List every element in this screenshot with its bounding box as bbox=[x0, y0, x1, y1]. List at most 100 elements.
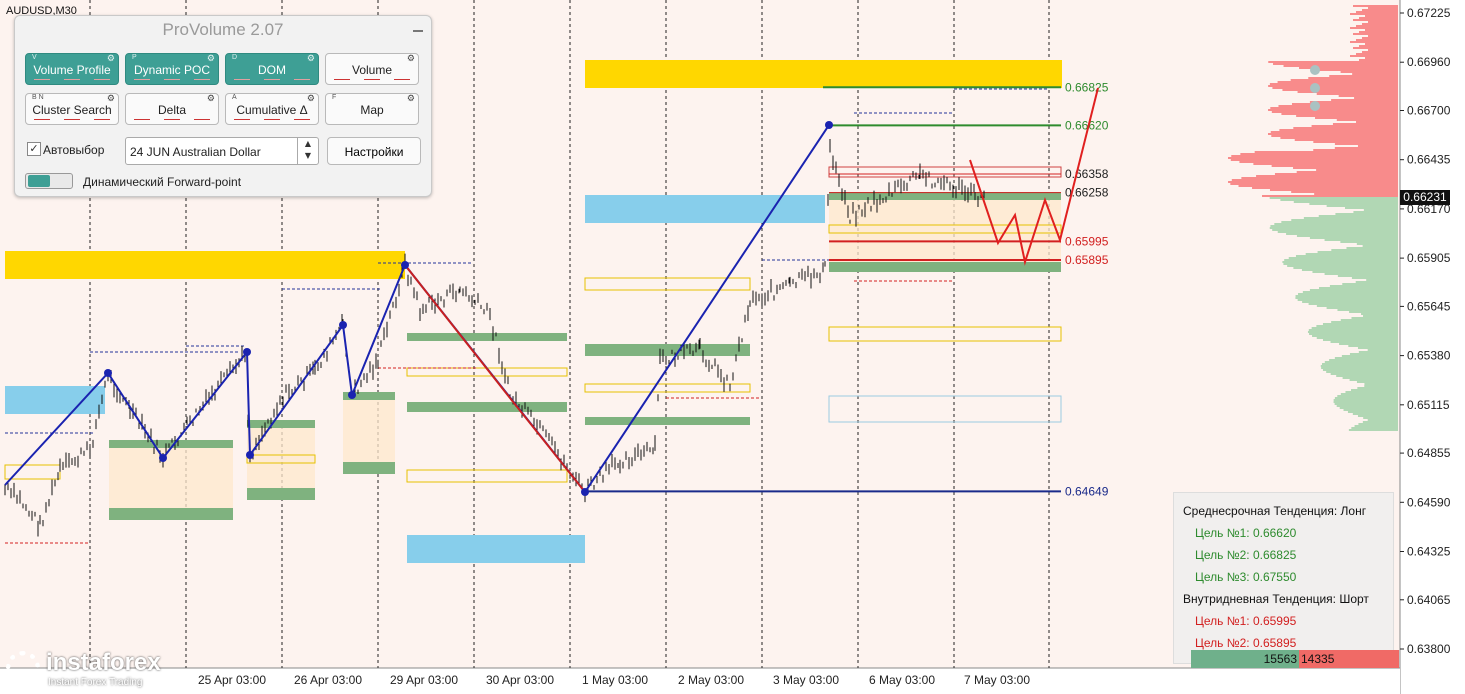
sell-volume-profile-bar bbox=[1281, 113, 1398, 115]
buy-volume-profile-bar bbox=[1308, 303, 1398, 305]
buy-volume-profile-bar bbox=[1363, 417, 1398, 419]
forward-point-label: Динамический Forward-point bbox=[83, 175, 242, 189]
instaforex-logo: instaforex Instant Forex Trading bbox=[4, 649, 176, 691]
price-axis-label: 0.65905 bbox=[1407, 251, 1451, 265]
pivot-point bbox=[159, 454, 167, 462]
time-axis-label: 29 Apr 03:00 bbox=[390, 673, 458, 687]
volume-profile-button[interactable]: V ⚙ Volume Profile bbox=[25, 53, 119, 85]
buy-volume-profile-bar bbox=[1367, 349, 1398, 351]
sell-volume-profile-bar bbox=[1356, 121, 1398, 123]
time-axis-label: 1 May 03:00 bbox=[582, 673, 648, 687]
buy-volume-profile-bar bbox=[1277, 231, 1398, 233]
trading-chart[interactable]: 0.66825 0.66620 0.66358 0.66258 0.65995 0.658… bbox=[0, 0, 1465, 694]
buy-volume-profile-bar bbox=[1274, 223, 1398, 225]
buy-volume-profile-bar bbox=[1351, 389, 1398, 391]
buy-volume-profile-bar bbox=[1355, 281, 1398, 283]
sell-volume-profile-bar bbox=[1353, 33, 1398, 35]
buy-volume-profile-bar bbox=[1347, 411, 1398, 413]
settings-button[interactable]: Настройки bbox=[327, 137, 421, 165]
sell-volume-profile-bar bbox=[1362, 51, 1398, 53]
buy-volume-profile-bar bbox=[1295, 297, 1398, 299]
buy-volume-profile-bar bbox=[1357, 387, 1398, 389]
trend-box: Среднесрочная Тенденция: Лонг Цель №1: 0… bbox=[1173, 492, 1394, 664]
delta-button[interactable]: ⚙ Delta bbox=[125, 93, 219, 125]
buy-volume-profile-bar bbox=[1319, 287, 1398, 289]
forward-point-toggle[interactable] bbox=[25, 173, 73, 189]
sell-volume-profile-bar bbox=[1241, 177, 1398, 179]
sell-volume-profile-bar bbox=[1293, 127, 1398, 129]
dom-button[interactable]: D ⚙ DOM bbox=[225, 53, 319, 85]
buy-volume-profile-bar bbox=[1356, 381, 1398, 383]
buy-volume-profile-bar bbox=[1293, 201, 1398, 203]
sell-volume-profile-bar bbox=[1280, 137, 1398, 139]
buy-volume-profile-bar bbox=[1331, 321, 1398, 323]
supply-zone bbox=[5, 251, 405, 279]
sell-volume-profile-bar bbox=[1352, 73, 1398, 75]
supply-zone bbox=[585, 60, 1062, 88]
buy-volume-profile-bar bbox=[1366, 279, 1398, 281]
buy-volume-profile-bar bbox=[1337, 309, 1398, 311]
sell-volume-profile-bar bbox=[1296, 171, 1398, 173]
buy-volume-profile-bar bbox=[1339, 407, 1398, 409]
volume-button[interactable]: ⚙ Volume bbox=[325, 53, 419, 85]
sell-volume-profile-bar bbox=[1316, 169, 1398, 171]
sell-volume-profile-bar bbox=[1356, 11, 1398, 13]
buy-volume-profile-bar bbox=[1352, 413, 1398, 415]
consolidation-box bbox=[343, 400, 395, 462]
sell-volume-profile-bar bbox=[1316, 93, 1398, 95]
price-axis-label: 0.66960 bbox=[1407, 55, 1451, 69]
buy-volume-profile-bar bbox=[1345, 207, 1398, 209]
volume-balance-bar: 15563 14335 bbox=[1191, 650, 1399, 668]
spinner-icon[interactable]: ▲ ▼ bbox=[297, 138, 318, 164]
buy-volume-profile-bar bbox=[1311, 327, 1398, 329]
map-button[interactable]: F ⚙ Map bbox=[325, 93, 419, 125]
price-axis-label: 0.65115 bbox=[1407, 398, 1450, 412]
sell-volume-profile-bar bbox=[1254, 151, 1398, 153]
sell-volume-profile-bar bbox=[1252, 187, 1398, 189]
sell-volume-profile-bar bbox=[1290, 79, 1398, 81]
sell-volume-profile-bar bbox=[1294, 139, 1398, 141]
sell-volume-profile-bar bbox=[1271, 165, 1398, 167]
sell-volume-profile-bar bbox=[1357, 145, 1398, 147]
sell-volume-profile-bar bbox=[1272, 87, 1398, 89]
pivot-point bbox=[246, 451, 254, 459]
sell-volume-profile-bar bbox=[1279, 129, 1398, 131]
pivot-point bbox=[825, 121, 833, 129]
sell-volume-profile-bar bbox=[1334, 147, 1398, 149]
sell-volume-profile-bar bbox=[1270, 107, 1398, 109]
profile-dot bbox=[1310, 101, 1320, 111]
blue-zone bbox=[407, 535, 585, 563]
instrument-select[interactable]: 24 JUN Australian Dollar ▲ ▼ bbox=[125, 137, 319, 165]
pivot-point bbox=[243, 348, 251, 356]
cluster-search-button[interactable]: B N ⚙ Cluster Search bbox=[25, 93, 119, 125]
price-axis-label: 0.64325 bbox=[1407, 545, 1451, 559]
minimize-icon[interactable] bbox=[413, 30, 423, 32]
target-level-label: 0.64649 bbox=[1065, 484, 1109, 498]
sell-volume-profile-bar bbox=[1329, 75, 1398, 77]
sell-volume-profile-bar bbox=[1353, 47, 1398, 49]
level-box bbox=[406, 469, 568, 483]
target-level-label: 0.65995 bbox=[1065, 234, 1109, 248]
sell-volume-profile-bar bbox=[1368, 49, 1398, 51]
profile-dot bbox=[1310, 83, 1320, 93]
green-zone bbox=[829, 192, 1061, 200]
buy-volume-profile-bar bbox=[1326, 371, 1398, 373]
sell-volume-profile-bar bbox=[1365, 15, 1398, 17]
green-zone bbox=[109, 508, 233, 520]
price-axis-label: 0.66435 bbox=[1407, 153, 1451, 167]
auto-select-checkbox[interactable]: ✓ bbox=[27, 142, 41, 156]
buy-volume-profile-bar bbox=[1322, 363, 1398, 365]
time-axis-label: 30 Apr 03:00 bbox=[486, 673, 554, 687]
sell-volume-profile-bar bbox=[1291, 103, 1398, 105]
buy-volume-profile-bar bbox=[1303, 217, 1398, 219]
buy-volume-profile-bar bbox=[1322, 339, 1398, 341]
buy-volume-profile-bar bbox=[1367, 419, 1398, 421]
buy-volume-profile-bar bbox=[1291, 219, 1398, 221]
green-zone bbox=[247, 420, 315, 428]
green-zone bbox=[585, 417, 750, 425]
dynamic-poc-button[interactable]: P ⚙ Dynamic POC bbox=[125, 53, 219, 85]
cumulative-delta-button[interactable]: A ⚙ Cumulative Δ bbox=[225, 93, 319, 125]
buy-volume-profile-bar bbox=[1334, 397, 1398, 399]
panel-title: ProVolume 2.07 bbox=[162, 20, 284, 39]
sell-volume-profile-bar bbox=[1268, 61, 1398, 63]
